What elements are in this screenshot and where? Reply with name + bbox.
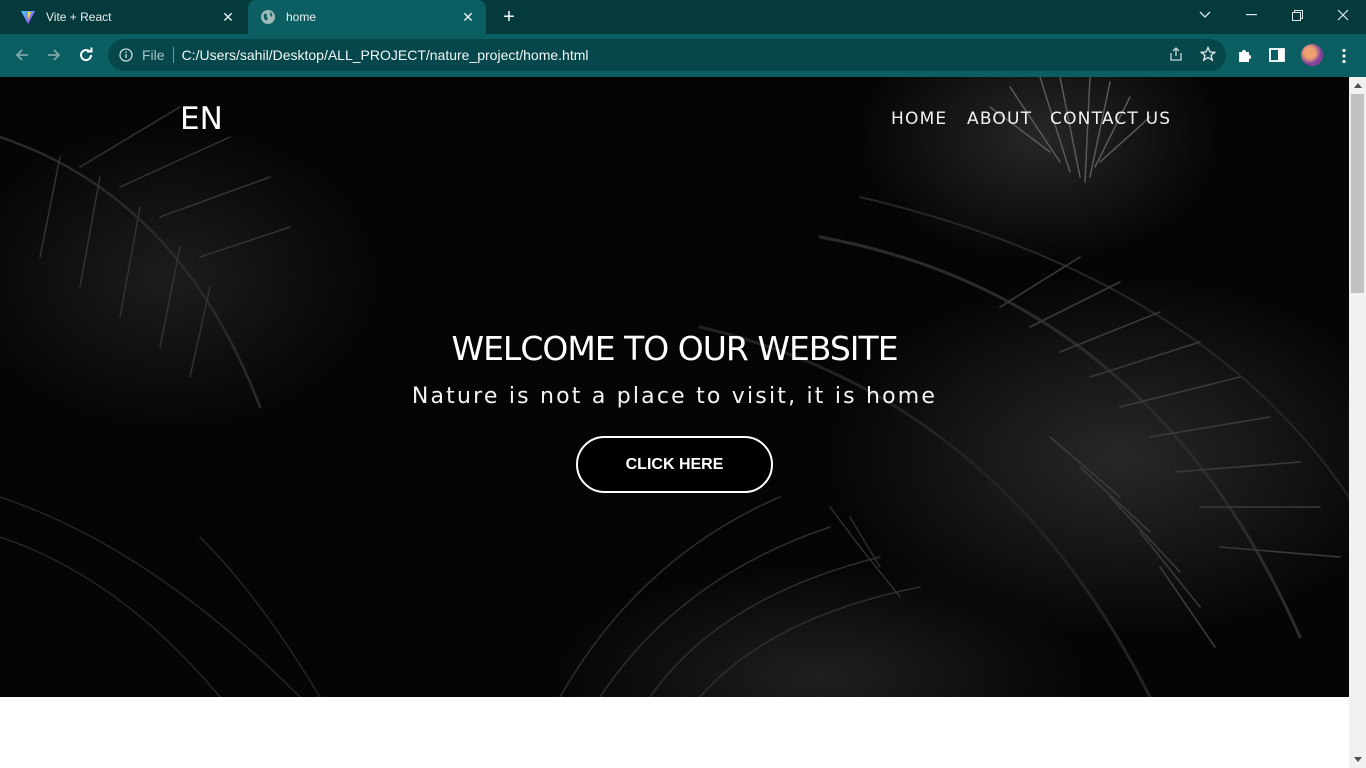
- scroll-down-icon[interactable]: [1349, 751, 1366, 768]
- bookmark-star-icon[interactable]: [1196, 42, 1220, 66]
- extensions-icon[interactable]: [1236, 46, 1254, 69]
- tab-title: home: [286, 10, 317, 24]
- back-icon[interactable]: [8, 41, 36, 69]
- nav-about-label: ABOUT: [967, 109, 1033, 129]
- hero-section: EN HOME ABOUT CONTACT US WELCOME TO OUR …: [0, 77, 1349, 697]
- tab-search-icon[interactable]: [1182, 0, 1228, 30]
- page-scrollbar[interactable]: [1349, 77, 1366, 768]
- browser-toolbar: File C:/Users/sahil/Desktop/ALL_PROJECT/…: [0, 34, 1366, 77]
- tab-vite-react[interactable]: Vite + React ✕: [8, 0, 246, 34]
- tab-title: Vite + React: [46, 10, 112, 24]
- address-bar[interactable]: File C:/Users/sahil/Desktop/ALL_PROJECT/…: [108, 39, 1226, 71]
- site-logo[interactable]: EN: [180, 101, 223, 137]
- page-viewport: EN HOME ABOUT CONTACT US WELCOME TO OUR …: [0, 77, 1349, 768]
- share-icon[interactable]: [1164, 42, 1188, 66]
- forward-icon[interactable]: [40, 41, 68, 69]
- minimize-icon[interactable]: [1228, 0, 1274, 30]
- new-tab-button[interactable]: +: [496, 5, 522, 29]
- address-url[interactable]: C:/Users/sahil/Desktop/ALL_PROJECT/natur…: [182, 47, 589, 63]
- click-here-button[interactable]: CLICK HERE: [576, 436, 773, 493]
- close-window-icon[interactable]: [1320, 0, 1366, 30]
- hero-subtitle: Nature is not a place to visit, it is ho…: [411, 384, 938, 409]
- more-menu-icon[interactable]: [1334, 46, 1354, 66]
- tab-home[interactable]: home ✕: [248, 0, 486, 34]
- nav-home-label: HOME: [891, 109, 948, 129]
- scrollbar-thumb[interactable]: [1351, 94, 1364, 293]
- address-scheme: File: [142, 47, 165, 63]
- address-separator: [172, 47, 174, 63]
- close-tab-icon[interactable]: ✕: [218, 7, 238, 27]
- nav-link-home[interactable]: HOME: [891, 109, 947, 129]
- close-tab-icon[interactable]: ✕: [458, 7, 478, 27]
- side-panel-icon[interactable]: [1268, 46, 1286, 69]
- nav-link-about[interactable]: ABOUT: [967, 109, 1032, 129]
- restore-icon[interactable]: [1274, 0, 1320, 30]
- globe-icon: [260, 9, 276, 25]
- scroll-up-icon[interactable]: [1349, 77, 1366, 94]
- info-icon[interactable]: [118, 47, 134, 63]
- profile-avatar[interactable]: [1301, 44, 1323, 66]
- nav-link-contact[interactable]: CONTACT US: [1050, 109, 1171, 129]
- vite-icon: [20, 9, 36, 25]
- reload-icon[interactable]: [72, 41, 100, 69]
- tab-strip: Vite + React ✕ home ✕ +: [0, 0, 1366, 34]
- hero-title: WELCOME TO OUR WEBSITE: [451, 329, 898, 368]
- nav-contact-label: CONTACT US: [1050, 109, 1172, 129]
